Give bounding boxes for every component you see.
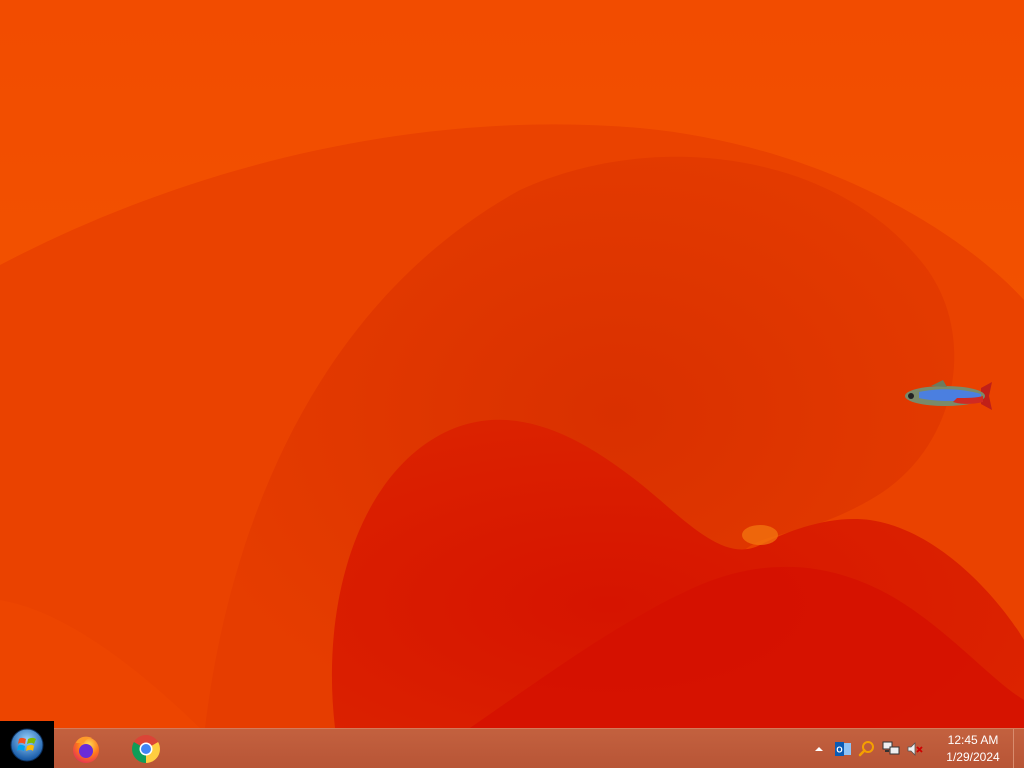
tray-search[interactable] [855,737,879,761]
wallpaper [0,0,1024,728]
tray-volume[interactable] [903,737,927,761]
tray-outlook[interactable]: O [831,737,855,761]
clock[interactable]: 12:45 AM 1/29/2024 [933,732,1013,766]
windows-start-orb-icon [10,728,44,762]
chrome-icon [132,735,160,763]
fish-icon[interactable] [897,378,993,414]
volume-muted-icon [907,742,923,756]
taskbar: O 12:45 AM 1/29/2024 [0,721,1024,768]
show-desktop-button[interactable] [1013,729,1024,768]
clock-time: 12:45 AM [947,733,999,747]
show-hidden-icons-button[interactable] [807,737,831,761]
firefox-icon [73,736,99,763]
system-tray: O 12:45 AM 1/29/2024 [807,729,1024,768]
clock-date: 1/29/2024 [946,750,1000,764]
tray-network[interactable] [879,737,903,761]
chevron-up-icon [815,747,823,751]
network-icon [882,741,900,755]
start-button[interactable] [0,721,54,768]
outlook-icon: O [835,742,851,756]
desktop[interactable]: O 12:45 AM 1/29/2024 [0,0,1024,768]
svg-text:O: O [836,746,842,755]
taskbar-app-firefox[interactable] [56,729,116,768]
taskbar-app-chrome[interactable] [116,729,176,768]
search-magnifier-icon [858,741,874,757]
